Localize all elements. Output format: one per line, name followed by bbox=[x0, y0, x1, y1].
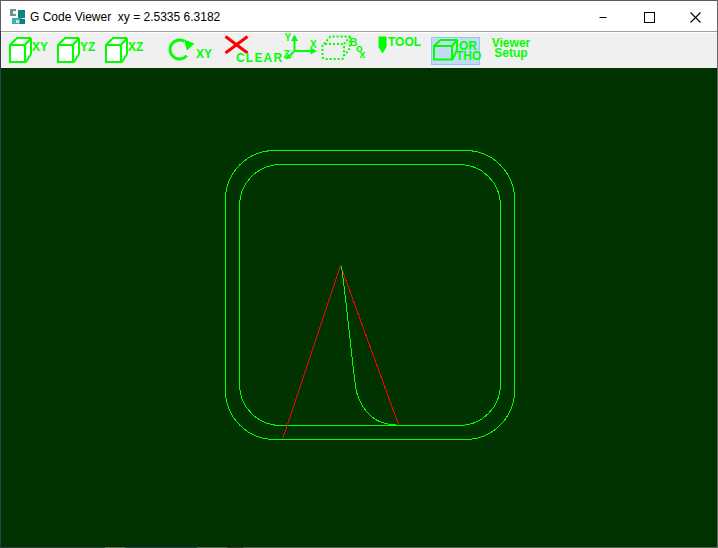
view-xy-label[interactable]: XY bbox=[32, 41, 48, 53]
toolpath-red-right bbox=[341, 266, 399, 425]
gcode-canvas[interactable] bbox=[1, 68, 717, 547]
view-xy-cube-icon[interactable] bbox=[8, 36, 33, 65]
titlebar: G Code Viewer xy = 2.5335 6.3182 bbox=[1, 1, 717, 31]
axes-icon[interactable]: Y X Z bbox=[282, 33, 320, 61]
view-yz-cube-icon[interactable] bbox=[56, 36, 81, 65]
axes-x-label: X bbox=[310, 39, 317, 50]
clear-label[interactable]: CLEAR bbox=[236, 52, 283, 64]
window-border-top bbox=[0, 0, 718, 1]
minimize-button[interactable] bbox=[580, 2, 626, 32]
tool-icon[interactable] bbox=[378, 36, 388, 55]
window-title: G Code Viewer xy = 2.5335 6.3182 bbox=[30, 10, 220, 24]
toolpath-inner-ring bbox=[240, 165, 501, 426]
rotate-xy-icon[interactable] bbox=[167, 36, 195, 62]
view-xz-cube-icon[interactable] bbox=[104, 36, 129, 65]
app-icon bbox=[9, 8, 26, 25]
ortho-label-line2: THO bbox=[456, 50, 481, 62]
box-icon[interactable]: B o x bbox=[320, 35, 368, 61]
toolbar: XY YZ XZ XY CLEAR bbox=[1, 32, 717, 68]
ortho-button[interactable]: OR THO bbox=[431, 37, 480, 65]
view-xz-label[interactable]: XZ bbox=[128, 41, 143, 53]
view-yz-label[interactable]: YZ bbox=[80, 41, 95, 53]
window-border-left bbox=[0, 31, 1, 548]
viewer-setup-line2: Setup bbox=[488, 48, 534, 58]
minimize-icon bbox=[599, 12, 607, 23]
maximize-button[interactable] bbox=[626, 2, 672, 32]
close-icon bbox=[690, 12, 701, 23]
maximize-icon bbox=[644, 12, 655, 23]
tool-label[interactable]: TOOL bbox=[388, 36, 421, 48]
close-button[interactable] bbox=[672, 2, 718, 32]
toolpath-red-left bbox=[283, 266, 341, 440]
window-border-left-top bbox=[0, 0, 1, 31]
viewer-setup-button[interactable]: Viewer Setup bbox=[488, 38, 534, 58]
gcode-drawing bbox=[1, 68, 717, 547]
rotate-xy-label[interactable]: XY bbox=[196, 48, 212, 60]
axes-y-label: Y bbox=[285, 33, 292, 43]
axes-z-label: Z bbox=[284, 49, 290, 60]
toolpath-outer-ring bbox=[226, 151, 515, 440]
box-x-label: x bbox=[359, 48, 366, 60]
